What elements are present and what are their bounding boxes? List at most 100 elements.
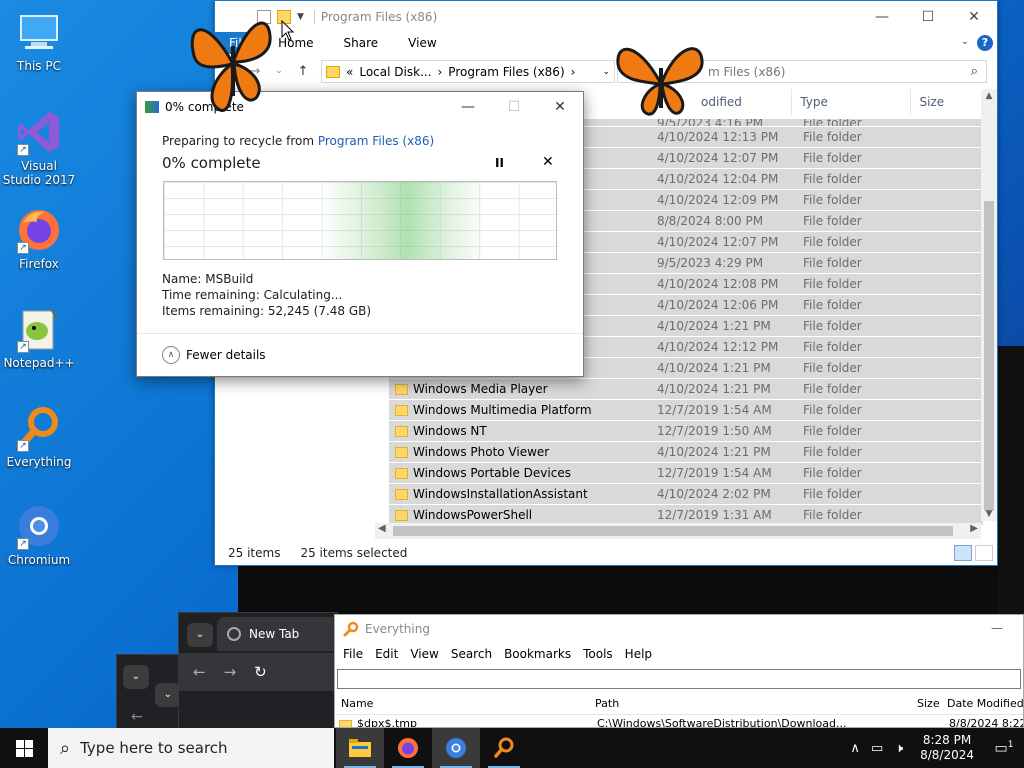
clock[interactable]: 8:28 PM 8/8/2024 [910, 733, 984, 763]
back-icon[interactable]: ← [193, 663, 206, 681]
desktop-icon-this-pc[interactable]: This PC [1, 8, 77, 73]
horizontal-scrollbar[interactable]: ◀ ▶ [375, 523, 981, 539]
operation-details: Name: MSBuild Time remaining: Calculatin… [162, 271, 371, 319]
folder-icon [326, 65, 340, 78]
menu-edit[interactable]: Edit [369, 647, 404, 661]
taskbar-search-box[interactable]: ⌕ Type here to search [48, 728, 334, 768]
close-button[interactable]: ✕ [951, 1, 997, 32]
taskbar-file-explorer[interactable] [336, 728, 384, 768]
reload-icon[interactable]: ↻ [254, 663, 267, 681]
menu-file[interactable]: File [337, 647, 369, 661]
menu-help[interactable]: Help [619, 647, 658, 661]
tab-search-button[interactable]: ⌄ [187, 623, 213, 647]
start-button[interactable] [0, 728, 48, 768]
customize-qa-icon[interactable]: ▼ [297, 12, 304, 22]
notification-count: 1 [1007, 739, 1014, 750]
file-row[interactable]: Windows Portable Devices 12/7/2019 1:54 A… [389, 463, 983, 484]
notepadpp-icon: ↗ [15, 305, 63, 353]
scroll-thumb[interactable] [393, 526, 953, 536]
recycle-progress-dialog[interactable]: 0% complete — ☐ ✕ Preparing to recycle f… [136, 91, 584, 377]
address-bar[interactable]: « Local Disk... › Program Files (x86) › … [321, 60, 615, 83]
file-name-cell: WindowsPowerShell [389, 508, 649, 522]
file-date: 4/10/2024 12:04 PM [657, 172, 779, 186]
forward-icon[interactable]: → [224, 663, 237, 681]
large-icons-view-icon[interactable] [975, 545, 993, 561]
minimize-button[interactable]: — [859, 1, 905, 32]
taskbar-chromium[interactable] [432, 728, 480, 768]
breadcrumb-separator-icon: › [570, 64, 576, 79]
menu-bookmarks[interactable]: Bookmarks [498, 647, 577, 661]
firefox-icon: ↗ [15, 206, 63, 254]
tab-search-button[interactable]: ⌄ [123, 665, 149, 689]
column-size[interactable]: Size [911, 89, 981, 115]
file-date: 4/10/2024 12:13 PM [657, 130, 779, 144]
scroll-down-icon[interactable]: ▼ [981, 509, 997, 519]
taskbar-firefox[interactable] [384, 728, 432, 768]
chromium-window[interactable]: ⌄ New Tab ← → ↻ [178, 612, 357, 728]
breadcrumb-separator-icon: › [437, 64, 443, 79]
pause-button[interactable]: II [495, 156, 504, 170]
minimize-button[interactable]: — [991, 621, 1003, 635]
menu-search[interactable]: Search [445, 647, 498, 661]
menu-view[interactable]: View [404, 647, 444, 661]
file-row[interactable]: WindowsInstallationAssistant 4/10/2024 2:… [389, 484, 983, 505]
desktop-icon-everything[interactable]: ↗ Everything [1, 404, 77, 469]
background-window [238, 566, 1024, 614]
everything-window[interactable]: Everything — File Edit View Search Bookm… [334, 614, 1024, 728]
file-row[interactable]: Windows Media Player 4/10/2024 1:21 PM Fil… [389, 379, 983, 400]
breadcrumb-local-disk[interactable]: Local Disk... [359, 65, 431, 79]
source-folder-link[interactable]: Program Files (x86) [318, 134, 434, 148]
tab-share[interactable]: Share [329, 32, 394, 54]
windows-logo-icon [15, 739, 33, 757]
file-row[interactable]: Windows Multimedia Platform 12/7/2019 1:5… [389, 400, 983, 421]
back-icon[interactable]: ← [131, 709, 143, 725]
scroll-up-icon[interactable]: ▲ [981, 91, 997, 101]
column-type[interactable]: Type [792, 89, 912, 115]
status-bar: 25 items 25 items selected [215, 541, 997, 565]
show-hidden-icons-icon[interactable]: ∧ [844, 741, 866, 756]
folder-icon [395, 467, 408, 479]
desktop-icon-notepadpp[interactable]: ↗ Notepad++ [1, 305, 77, 370]
file-date: 12/7/2019 1:54 AM [657, 403, 772, 417]
divider [137, 333, 583, 334]
desktop-icon-firefox[interactable]: ↗ Firefox [1, 206, 77, 271]
maximize-button[interactable]: ☐ [905, 1, 951, 32]
scroll-right-icon[interactable]: ▶ [970, 523, 978, 534]
everything-search-input[interactable] [337, 669, 1021, 689]
file-type: File folder [803, 319, 862, 333]
chromium-icon: ↗ [15, 502, 63, 550]
column-date-modified[interactable]: Date Modified [947, 693, 1023, 715]
desktop-icon-visual-studio[interactable]: ↗ Visual Studio 2017 [1, 108, 77, 187]
volume-muted-icon[interactable]: 🕨 [888, 741, 910, 756]
file-date: 4/10/2024 1:21 PM [657, 361, 771, 375]
expand-ribbon-icon[interactable]: ⌄ [961, 36, 969, 47]
file-date: 12/7/2019 1:54 AM [657, 466, 772, 480]
column-size[interactable]: Size [917, 693, 940, 715]
up-icon[interactable]: ↑ [293, 64, 313, 79]
file-row[interactable]: Windows NT 12/7/2019 1:50 AM File folder [389, 421, 983, 442]
vertical-scrollbar[interactable]: ▲ ▼ [981, 89, 997, 521]
scroll-thumb[interactable] [984, 201, 994, 511]
taskbar-everything[interactable] [480, 728, 528, 768]
help-icon[interactable]: ? [977, 35, 993, 51]
desktop-icon-chromium[interactable]: ↗ Chromium [1, 502, 77, 567]
recycle-progress-icon [145, 101, 159, 113]
close-button[interactable]: ✕ [537, 92, 583, 122]
cancel-button[interactable]: ✕ [542, 154, 554, 170]
everything-row[interactable]: $dpx$.tmp C:\Windows\SoftwareDistributio… [335, 715, 1023, 727]
minimize-button[interactable]: — [445, 92, 491, 122]
network-icon[interactable]: ▭ [866, 741, 888, 756]
menu-tools[interactable]: Tools [577, 647, 619, 661]
address-dropdown-icon[interactable]: ⌄ [602, 67, 610, 77]
breadcrumb-program-files[interactable]: Program Files (x86) [448, 65, 564, 79]
column-path[interactable]: Path [595, 693, 619, 715]
column-name[interactable]: Name [341, 693, 373, 715]
notification-center-button[interactable]: ▭1 [984, 740, 1024, 757]
tab-view[interactable]: View [393, 32, 451, 54]
file-type: File folder [803, 214, 862, 228]
scroll-left-icon[interactable]: ◀ [378, 523, 386, 534]
fewer-details-button[interactable]: ∧ Fewer details [162, 346, 266, 364]
file-row[interactable]: Windows Photo Viewer 4/10/2024 1:21 PM Fil… [389, 442, 983, 463]
details-view-icon[interactable] [954, 545, 972, 561]
breadcrumb-prefix[interactable]: « [346, 65, 353, 79]
